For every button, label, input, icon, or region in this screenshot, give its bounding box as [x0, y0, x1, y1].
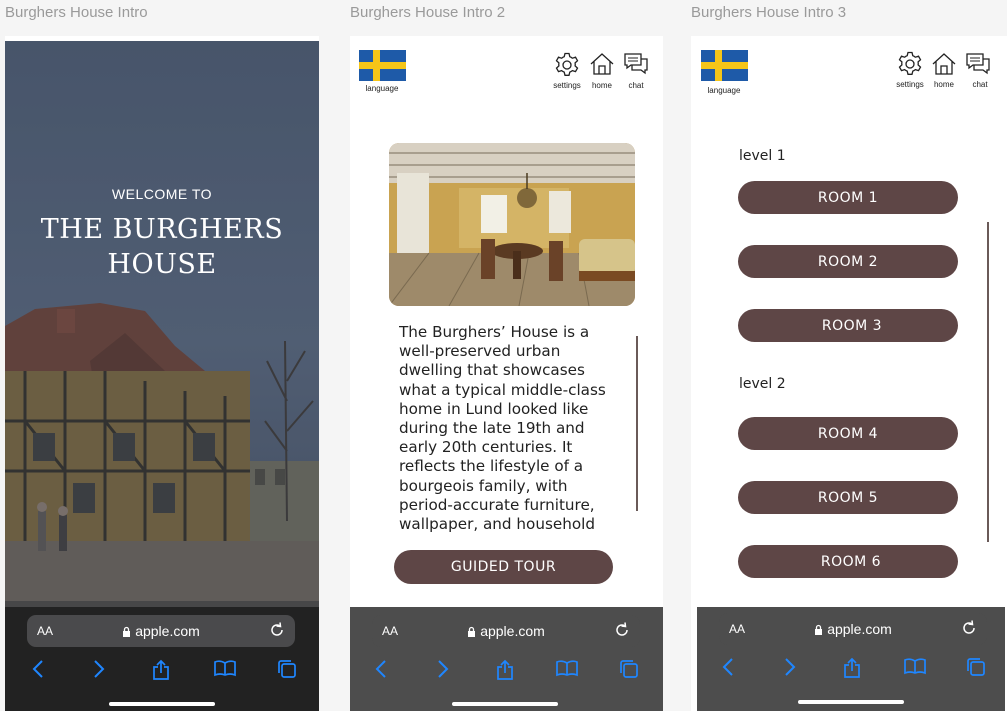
room-6-button[interactable]: ROOM 6	[738, 545, 958, 578]
safari-nav-row	[350, 659, 663, 681]
rooms-scrollbar[interactable]	[987, 222, 989, 542]
chat-label: chat	[972, 80, 988, 89]
level-1-label: level 1	[739, 148, 786, 164]
frame-intro2: language settings home chat The Burghers…	[350, 36, 663, 711]
back-icon[interactable]	[32, 659, 44, 679]
language-label: language	[707, 86, 741, 95]
forward-icon[interactable]	[93, 659, 105, 679]
home-indicator	[109, 702, 215, 706]
home-indicator	[798, 700, 904, 704]
bookmarks-icon[interactable]	[904, 657, 926, 675]
reload-icon[interactable]	[961, 619, 977, 637]
level-2-label: level 2	[739, 376, 786, 392]
forward-icon[interactable]	[784, 657, 796, 677]
reload-icon[interactable]	[614, 621, 630, 639]
chat-icon[interactable]	[624, 53, 648, 75]
address-bar[interactable]: AA apple.com	[719, 613, 987, 645]
description-scrollbar[interactable]	[636, 336, 638, 511]
home-label: home	[591, 81, 612, 90]
welcome-text: WELCOME TO	[111, 186, 213, 202]
text-size-button[interactable]: AA	[37, 624, 53, 638]
frame-intro1: WELCOME TO THE BURGHERS HOUSE AA apple.c…	[5, 36, 319, 711]
safari-toolbar: AA apple.com	[5, 607, 319, 711]
back-icon[interactable]	[722, 657, 734, 677]
hero-title-line1: THE BURGHERS	[40, 214, 284, 245]
share-icon[interactable]	[152, 659, 170, 681]
frame-title-intro1: Burghers House Intro	[5, 4, 148, 21]
home-icon[interactable]	[931, 52, 957, 76]
room-2-button[interactable]: ROOM 2	[738, 245, 958, 278]
frame-title-intro3: Burghers House Intro 3	[691, 4, 847, 21]
safari-nav-row	[5, 659, 319, 681]
room-3-button[interactable]: ROOM 3	[738, 309, 958, 342]
safari-toolbar: AA apple.com	[350, 607, 663, 711]
chat-icon[interactable]	[966, 53, 990, 75]
frame-title-intro2: Burghers House Intro 2	[350, 4, 506, 21]
chat-label: chat	[628, 81, 644, 90]
room-4-button[interactable]: ROOM 4	[738, 417, 958, 450]
swedish-flag-icon[interactable]	[359, 50, 406, 81]
back-icon[interactable]	[375, 659, 387, 679]
text-size-button[interactable]: AA	[382, 624, 398, 638]
guided-tour-button[interactable]: GUIDED TOUR	[394, 550, 613, 584]
forward-icon[interactable]	[437, 659, 449, 679]
settings-icon[interactable]	[554, 52, 580, 78]
tabs-icon[interactable]	[966, 657, 986, 677]
share-icon[interactable]	[843, 657, 861, 679]
share-icon[interactable]	[496, 659, 514, 681]
url-text: apple.com	[135, 623, 200, 639]
tabs-icon[interactable]	[619, 659, 639, 679]
hero-title: THE BURGHERS HOUSE	[5, 212, 319, 282]
safari-toolbar: AA apple.com	[697, 607, 1005, 711]
settings-label: settings	[896, 80, 924, 89]
frame-intro3: language settings home chat level 1 ROOM…	[691, 36, 1007, 711]
hero-title-line2: HOUSE	[107, 249, 217, 280]
url-text: apple.com	[827, 621, 892, 637]
text-size-button[interactable]: AA	[729, 622, 745, 636]
room-5-button[interactable]: ROOM 5	[738, 481, 958, 514]
bookmarks-icon[interactable]	[214, 659, 236, 677]
lock-icon	[815, 624, 823, 635]
url-text: apple.com	[480, 623, 545, 639]
home-label: home	[933, 80, 954, 89]
swedish-flag-icon[interactable]	[701, 50, 748, 81]
language-label: language	[365, 84, 399, 93]
tabs-icon[interactable]	[277, 659, 297, 679]
reload-icon[interactable]	[269, 621, 285, 639]
room-1-button[interactable]: ROOM 1	[738, 181, 958, 214]
address-bar[interactable]: AA apple.com	[27, 615, 295, 647]
lock-icon	[468, 626, 476, 637]
house-description: The Burghers’ House is a well-preserved …	[399, 323, 606, 533]
home-icon[interactable]	[589, 52, 615, 76]
settings-icon[interactable]	[897, 51, 923, 77]
address-bar[interactable]: AA apple.com	[372, 615, 640, 647]
settings-label: settings	[553, 81, 581, 90]
lock-icon	[123, 626, 131, 637]
bookmarks-icon[interactable]	[556, 659, 578, 677]
home-indicator	[452, 702, 558, 706]
interior-room-photo	[389, 143, 635, 306]
safari-nav-row	[697, 657, 1005, 679]
